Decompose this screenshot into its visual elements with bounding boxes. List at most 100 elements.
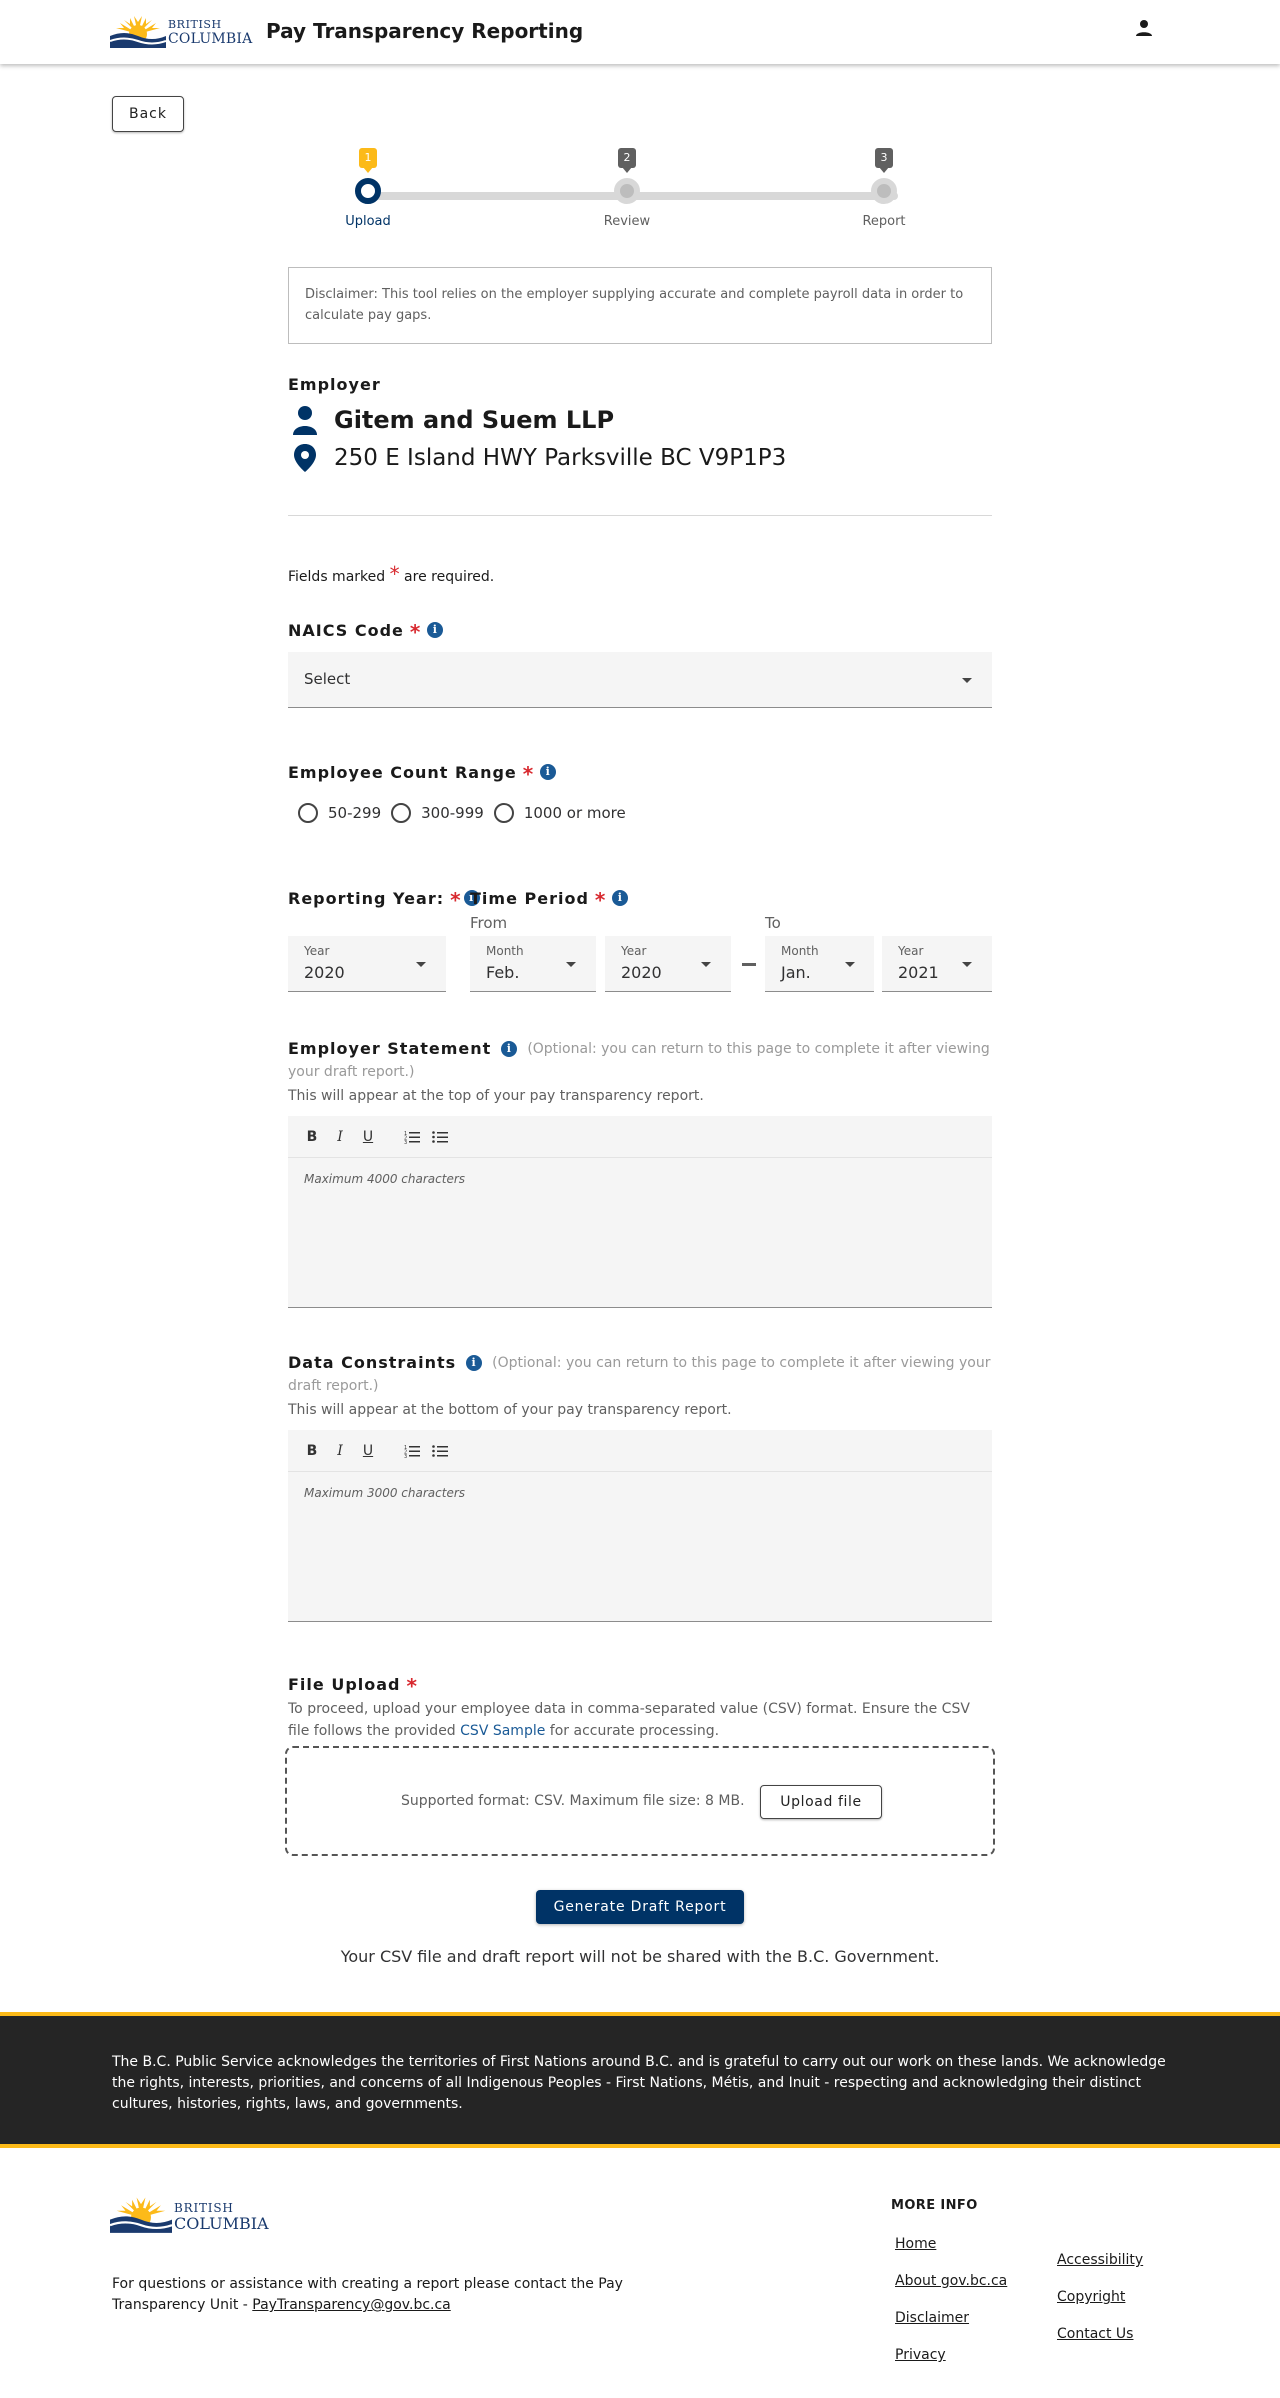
info-icon[interactable]: i — [427, 622, 444, 638]
back-button[interactable]: Back — [112, 96, 184, 132]
required-star: * — [594, 888, 607, 912]
required-star: * — [389, 562, 400, 586]
top-header: BRITISH COLUMBIA Pay Transparency Report… — [0, 0, 1280, 64]
footer-link-home[interactable]: Home — [895, 2236, 936, 2252]
required-star: * — [406, 1674, 418, 1698]
info-icon[interactable]: i — [466, 1354, 483, 1371]
step-number-badge: 1 — [359, 148, 377, 173]
italic-button[interactable]: I — [330, 1441, 350, 1461]
naics-label-text: NAICS Code — [288, 620, 404, 640]
chevron-down-icon — [845, 962, 855, 967]
bullet-list-icon[interactable] — [430, 1441, 450, 1461]
footer-bc-logo[interactable]: BRITISH COLUMBIA — [109, 2192, 270, 2240]
file-dropzone[interactable]: Supported format: CSV. Maximum file size… — [285, 1746, 995, 1856]
radio-circle[interactable] — [493, 803, 514, 823]
step-number-badge: 2 — [618, 148, 636, 173]
time-period-label: Time Period * i — [470, 886, 629, 912]
naics-label: NAICS Code * i — [288, 618, 444, 644]
info-icon[interactable]: i — [612, 890, 629, 906]
employer-statement-label-text: Employer Statement — [288, 1039, 492, 1058]
from-year-select[interactable]: Year 2020 — [605, 936, 731, 992]
naics-select[interactable]: Select — [288, 652, 992, 708]
italic-button[interactable]: I — [330, 1127, 350, 1147]
step-dot — [871, 178, 897, 204]
bold-button[interactable]: B — [302, 1441, 322, 1461]
footer-link-about[interactable]: About gov.bc.ca — [895, 2273, 1007, 2289]
info-icon[interactable]: i — [540, 764, 557, 780]
data-constraints-editor: B I U 123 Maximum 3000 characters — [288, 1430, 992, 1622]
from-label: From — [470, 914, 508, 932]
upload-desc-line2: file follows the provided CSV Sample for… — [288, 1723, 720, 1739]
privacy-note: Your CSV file and draft report will not … — [340, 1947, 940, 1966]
chevron-down-icon — [962, 962, 972, 967]
data-constraints-input[interactable]: Maximum 3000 characters — [288, 1472, 992, 1620]
logo-line2: COLUMBIA — [174, 2214, 269, 2233]
progress-stepper: 1 Upload 2 Review 3 Report — [288, 140, 992, 250]
step-label: Upload — [345, 214, 391, 229]
ordered-list-icon[interactable]: 123 — [402, 1441, 422, 1461]
select-value: Jan. — [781, 963, 811, 982]
reporting-year-label: Reporting Year: * i — [288, 886, 480, 912]
disclaimer-box: Disclaimer: This tool relies on the empl… — [288, 267, 992, 344]
range-dash — [742, 963, 756, 966]
employer-name: Gitem and Suem LLP — [334, 406, 615, 434]
employee-count-label-text: Employee Count Range — [288, 762, 517, 782]
footer-link-accessibility[interactable]: Accessibility — [1057, 2252, 1143, 2268]
select-value: Feb. — [486, 963, 520, 982]
select-caption: Month — [781, 944, 819, 958]
reporting-year-select[interactable]: Year 2020 — [288, 936, 446, 992]
footer-link-copyright[interactable]: Copyright — [1057, 2289, 1125, 2305]
bullet-list-icon[interactable] — [430, 1127, 450, 1147]
step-label: Report — [862, 214, 906, 229]
optional-note-cont: draft report.) — [288, 1378, 379, 1394]
info-icon[interactable]: i — [501, 1040, 518, 1057]
user-account-icon[interactable] — [1132, 16, 1156, 40]
svg-text:3: 3 — [404, 1140, 407, 1144]
upload-file-button[interactable]: Upload file — [760, 1785, 882, 1819]
step-label: Review — [603, 214, 651, 229]
to-year-select[interactable]: Year 2021 — [882, 936, 992, 992]
radio-label: 300-999 — [421, 804, 484, 822]
underline-button[interactable]: U — [358, 1127, 378, 1147]
radio-circle[interactable] — [298, 803, 318, 823]
from-month-select[interactable]: Month Feb. — [470, 936, 596, 992]
file-upload-label: File Upload * — [288, 1672, 418, 1698]
chevron-down-icon — [701, 962, 711, 967]
radio-300-999[interactable]: 300-999 — [391, 803, 484, 823]
employee-count-radio-group: 50-299 300-999 1000 or more — [298, 803, 636, 823]
radio-50-299[interactable]: 50-299 — [298, 803, 381, 823]
app-title: Pay Transparency Reporting — [266, 19, 584, 43]
select-value: 2020 — [304, 963, 345, 982]
footer-link-privacy[interactable]: Privacy — [895, 2347, 946, 2363]
contact-email-link[interactable]: PayTransparency@gov.bc.ca — [252, 2297, 450, 2313]
reporting-year-label-text: Reporting Year: — [288, 888, 445, 908]
to-month-select[interactable]: Month Jan. — [765, 936, 874, 992]
optional-note-cont: your draft report.) — [288, 1064, 415, 1080]
required-note-text-after: are required. — [404, 569, 495, 585]
ordered-list-icon[interactable]: 123 — [402, 1127, 422, 1147]
supported-format-text: Supported format: CSV. Maximum file size… — [401, 1793, 745, 1809]
step-review: 2 Review — [567, 140, 687, 229]
underline-button[interactable]: U — [358, 1441, 378, 1461]
bold-button[interactable]: B — [302, 1127, 322, 1147]
footer-link-disclaimer[interactable]: Disclaimer — [895, 2310, 969, 2326]
employer-statement-note: This will appear at the top of your pay … — [288, 1088, 704, 1104]
radio-circle[interactable] — [391, 803, 412, 823]
radio-label: 1000 or more — [523, 804, 626, 822]
radio-1000-or-more[interactable]: 1000 or more — [493, 803, 626, 823]
required-fields-note: Fields marked * are required. — [288, 562, 494, 586]
time-period-label-text: Time Period — [470, 888, 589, 908]
bc-sun-logo-icon — [109, 16, 167, 48]
employer-address-row: 250 E Island HWY Parksville BC V9P1P3 — [292, 442, 786, 474]
section-divider — [288, 515, 992, 516]
employer-statement-input[interactable]: Maximum 4000 characters — [288, 1158, 992, 1306]
chevron-down-icon — [416, 962, 426, 967]
bc-logo[interactable]: BRITISH COLUMBIA — [109, 12, 252, 52]
editor-toolbar: B I U 123 — [288, 1116, 992, 1158]
footer-link-contact-us[interactable]: Contact Us — [1057, 2326, 1133, 2342]
svg-text:3: 3 — [404, 1454, 407, 1458]
generate-draft-report-button[interactable]: Generate Draft Report — [536, 1890, 744, 1924]
contact-info: For questions or assistance with creatin… — [112, 2274, 632, 2316]
csv-sample-link[interactable]: CSV Sample — [460, 1723, 545, 1739]
required-star: * — [450, 888, 462, 912]
